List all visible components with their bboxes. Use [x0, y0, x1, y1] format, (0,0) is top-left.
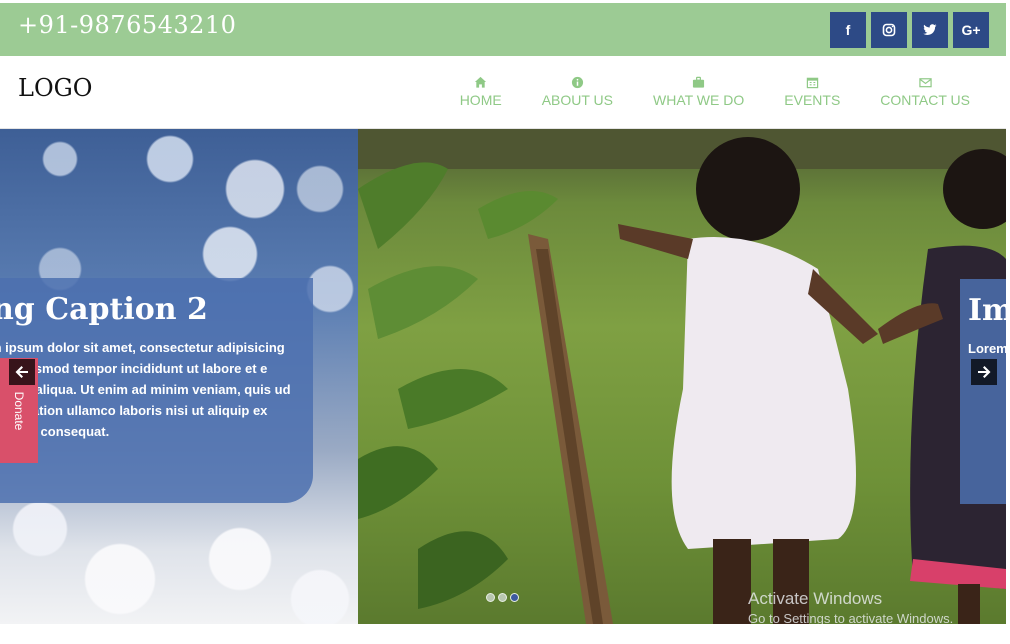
- caption-body: Lorem non nostru ea co: [968, 341, 1006, 356]
- nav-item-label: HOME: [459, 92, 502, 108]
- briefcase-icon: [693, 76, 705, 88]
- arrow-left-icon: [15, 366, 28, 378]
- home-icon: [475, 76, 487, 88]
- nav-item-label: WHAT WE DO: [653, 92, 745, 108]
- arrow-right-icon: [978, 366, 991, 378]
- caption-title: Im: [968, 293, 1006, 328]
- phone-number: +91-9876543210: [18, 11, 237, 39]
- windows-activation-watermark: Activate Windows Go to Settings to activ…: [748, 589, 953, 626]
- nav-item-contact[interactable]: CONTACT US: [880, 76, 970, 108]
- envelope-icon: [918, 78, 932, 88]
- watermark-title: Activate Windows: [748, 589, 883, 608]
- google-plus-icon[interactable]: G+: [953, 12, 989, 48]
- top-bar: +91-9876543210 f G+: [0, 3, 1006, 56]
- slider-dot[interactable]: [498, 593, 507, 602]
- calendar-icon: [806, 77, 818, 89]
- caption-body: m ipsum dolor sit amet, consectetur adip…: [0, 340, 291, 439]
- info-icon: [571, 76, 583, 89]
- nav-item-home[interactable]: HOME: [460, 76, 502, 108]
- page-edge: [1006, 0, 1010, 644]
- slider-prev-button[interactable]: [9, 359, 35, 385]
- main-navbar: LOGO HOME ABOUT US WHAT WE DO EVENTS CON…: [0, 56, 1006, 129]
- slider-dot[interactable]: [486, 593, 495, 602]
- site-logo[interactable]: LOGO: [18, 74, 92, 102]
- children-photo: [358, 129, 1006, 624]
- nav-item-label: ABOUT US: [541, 92, 613, 108]
- page-bottom: [0, 624, 1010, 644]
- nav-menu: HOME ABOUT US WHAT WE DO EVENTS CONTACT …: [460, 76, 970, 108]
- nav-item-label: CONTACT US: [880, 92, 970, 108]
- slider-dots: [486, 593, 519, 602]
- facebook-icon[interactable]: f: [830, 12, 866, 48]
- slide-caption: ng Caption 2 m ipsum dolor sit amet, con…: [0, 278, 313, 503]
- nav-item-label: EVENTS: [784, 92, 841, 108]
- twitter-icon[interactable]: [912, 12, 948, 48]
- caption-title: ng Caption 2: [0, 292, 208, 327]
- slider-dot-active[interactable]: [510, 593, 519, 602]
- slider-next-button[interactable]: [971, 359, 997, 385]
- hero-slider: ng Caption 2 m ipsum dolor sit amet, con…: [0, 129, 1006, 624]
- donate-label: Donate: [12, 391, 26, 430]
- social-links: f G+: [830, 12, 989, 48]
- next-slide-caption: Im Lorem non nostru ea co: [960, 279, 1006, 504]
- instagram-icon[interactable]: [871, 12, 907, 48]
- nav-item-events[interactable]: EVENTS: [784, 76, 840, 108]
- slide-image-children: [358, 129, 1006, 624]
- nav-item-about[interactable]: ABOUT US: [542, 76, 613, 108]
- nav-item-what-we-do[interactable]: WHAT WE DO: [653, 76, 744, 108]
